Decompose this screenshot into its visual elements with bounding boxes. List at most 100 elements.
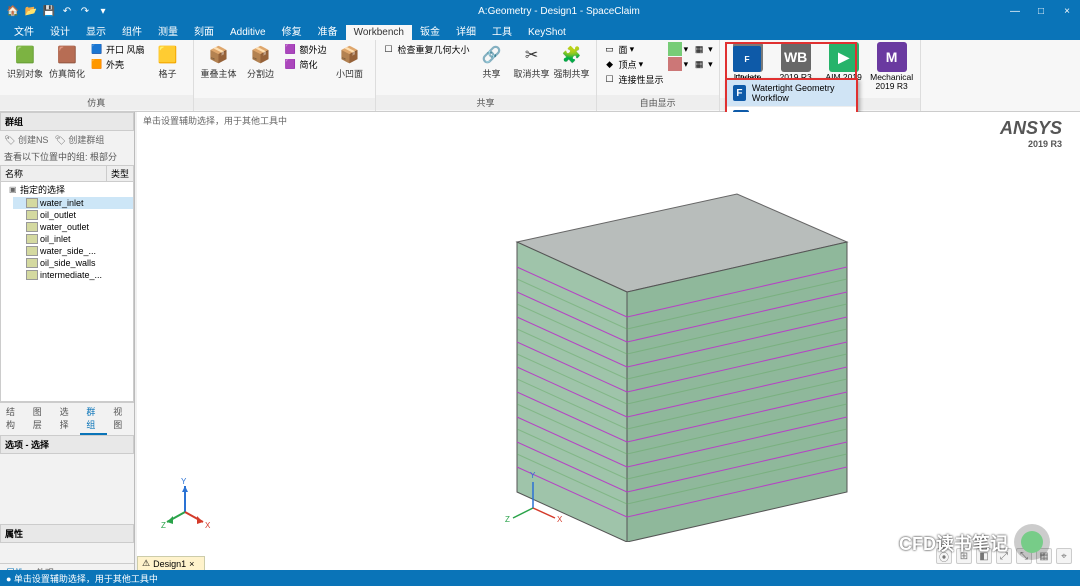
watermark-text: CFD读书笔记 xyxy=(899,530,1008,556)
tab-prepare[interactable]: 准备 xyxy=(310,21,346,40)
close-button[interactable]: × xyxy=(1054,0,1080,22)
tab-design[interactable]: 设计 xyxy=(42,21,78,40)
face-row[interactable]: ▭面▾ xyxy=(603,42,664,56)
ribbon-group-share: ☐检查重复几何大小 🔗共享 ✂取消共享 🧩强制共享 共享 xyxy=(376,40,597,111)
document-tab[interactable]: ⚠Design1 × xyxy=(137,556,205,571)
splitedge-button[interactable]: 📦分割边 xyxy=(242,42,280,80)
unshare-icon: ✂ xyxy=(520,44,544,68)
simplify-button[interactable]: 🟪简化 xyxy=(284,57,327,71)
checkbox-icon: ☐ xyxy=(382,42,396,56)
tab-display[interactable]: 显示 xyxy=(78,21,114,40)
options-header: 选项 - 选择 xyxy=(0,435,134,454)
tree-item[interactable]: water_outlet xyxy=(13,221,133,233)
hatch-row2[interactable]: ▦▾ xyxy=(692,57,713,71)
extraedge-button[interactable]: 🟪额外边 xyxy=(284,42,327,56)
lefttab-select[interactable]: 选择 xyxy=(54,403,81,435)
viewport[interactable]: 单击设置辅助选择，用于其他工具中 ANSYS2019 R3 xyxy=(137,112,1080,570)
panel-groups-header: 群组 xyxy=(0,112,134,131)
dropdown-icon: ▾ xyxy=(684,59,689,70)
groups-tree[interactable]: 名称类型 ▣指定的选择 water_inlet oil_outlet water… xyxy=(0,165,134,402)
titlebar: 🏠 📂 💾 ↶ ↷ ▾ A:Geometry - Design1 - Space… xyxy=(0,0,1080,22)
edge-icon: 🟪 xyxy=(284,42,298,56)
enclosure-button[interactable]: 🟧外壳 xyxy=(90,57,145,71)
checkbox-icon: ☐ xyxy=(603,72,617,86)
recognize-button[interactable]: 🟩识别对象 xyxy=(6,42,44,80)
tab-additive[interactable]: Additive xyxy=(222,25,274,40)
dropdown-icon: ▾ xyxy=(708,44,713,55)
qat-open-icon[interactable]: 📂 xyxy=(24,4,38,18)
face-icon: ▭ xyxy=(603,42,617,56)
tab-tools[interactable]: 工具 xyxy=(484,21,520,40)
ns-icon xyxy=(26,210,38,220)
tab-measure[interactable]: 测量 xyxy=(150,21,186,40)
simplify-sim-button[interactable]: 🟫仿真简化 xyxy=(48,42,86,80)
lattice-button[interactable]: 🟨格子 xyxy=(149,42,187,80)
conn-row[interactable]: ☐连接性显示 xyxy=(603,72,664,86)
qat-undo-icon[interactable]: ↶ xyxy=(60,4,74,18)
watermark-logo xyxy=(1014,524,1050,560)
left-panel: 群组 🏷 创建NS 🏷 创建群组 查看以下位置中的组: 根部分 名称类型 ▣指定… xyxy=(0,112,135,570)
qat-icon[interactable]: 🏠 xyxy=(6,4,20,18)
color-row1[interactable]: ▾ xyxy=(668,42,689,56)
dropdown-icon: ▾ xyxy=(684,44,689,55)
window-buttons: — □ × xyxy=(1002,0,1080,22)
check-dup-checkbox[interactable]: ☐检查重复几何大小 xyxy=(382,42,470,56)
maximize-button[interactable]: □ xyxy=(1028,0,1054,22)
share-icon: 🔗 xyxy=(480,44,504,68)
svg-text:X: X xyxy=(205,521,211,530)
tree-header: 名称类型 xyxy=(1,166,133,182)
lefttab-structure[interactable]: 结构 xyxy=(0,403,27,435)
tree-item[interactable]: oil_inlet xyxy=(13,233,133,245)
tree-item[interactable]: water_side_... xyxy=(13,245,133,257)
qat-save-icon[interactable]: 💾 xyxy=(42,4,56,18)
ribbon-tabs: 文件 设计 显示 组件 测量 刻面 Additive 修复 准备 Workben… xyxy=(0,22,1080,40)
splitedge-icon: 📦 xyxy=(249,44,273,68)
tree-item[interactable]: intermediate_... xyxy=(13,269,133,281)
group-label: 自由显示 xyxy=(597,95,719,110)
tree-item[interactable]: oil_outlet xyxy=(13,209,133,221)
fluent-menu-watertight[interactable]: FWatertight Geometry Workflow xyxy=(727,80,856,107)
tab-repair[interactable]: 修复 xyxy=(274,21,310,40)
forceshare-button[interactable]: 🧩强制共享 xyxy=(554,42,590,80)
tab-detail[interactable]: 详细 xyxy=(448,21,484,40)
create-group-button[interactable]: 🏷 创建群组 xyxy=(54,133,104,146)
tab-file[interactable]: 文件 xyxy=(6,21,42,40)
color-row2[interactable]: ▾ xyxy=(668,57,689,71)
tab-workbench[interactable]: Workbench xyxy=(346,25,412,40)
group-label: 共享 xyxy=(376,95,596,110)
fluent-icon: F xyxy=(733,46,761,72)
swatch-icon xyxy=(668,42,682,56)
overlap-button[interactable]: 📦重叠主体 xyxy=(200,42,238,80)
hatch-row1[interactable]: ▦▾ xyxy=(692,42,713,56)
tab-keyshot[interactable]: KeyShot xyxy=(520,25,574,40)
share-button[interactable]: 🔗共享 xyxy=(474,42,510,80)
ns-icon xyxy=(26,198,38,208)
smallconcave-button[interactable]: 📦小凹面 xyxy=(331,42,369,80)
svg-text:Z: Z xyxy=(161,521,166,530)
enclosure-icon: 🟧 xyxy=(90,57,104,71)
lefttab-layers[interactable]: 图层 xyxy=(27,403,54,435)
opening-button[interactable]: 🟦开口 风扇 xyxy=(90,42,145,56)
model-block: Y Z X xyxy=(417,152,887,542)
lefttab-groups[interactable]: 群组 xyxy=(80,403,107,435)
lefttab-views[interactable]: 视图 xyxy=(107,403,134,435)
close-icon[interactable]: × xyxy=(189,559,194,569)
qat-more-icon[interactable]: ▾ xyxy=(96,4,110,18)
view-triad[interactable]: Y Z X xyxy=(159,478,211,530)
minimize-button[interactable]: — xyxy=(1002,0,1028,22)
vertex-row[interactable]: ◆顶点▾ xyxy=(603,57,664,71)
tree-root[interactable]: ▣指定的选择 xyxy=(7,182,133,197)
tree-item[interactable]: oil_side_walls xyxy=(13,257,133,269)
tree-item[interactable]: water_inlet xyxy=(13,197,133,209)
ns-icon xyxy=(26,258,38,268)
mech2019-button[interactable]: MMechanical 2019 R3 xyxy=(870,42,914,91)
qat-redo-icon[interactable]: ↷ xyxy=(78,4,92,18)
tab-sheetmetal[interactable]: 钣金 xyxy=(412,21,448,40)
tab-component[interactable]: 组件 xyxy=(114,21,150,40)
create-ns-button[interactable]: 🏷 创建NS xyxy=(4,133,48,146)
nav-target-icon[interactable]: ⌖ xyxy=(1056,548,1072,564)
hatch-icon: ▦ xyxy=(692,57,706,71)
unshare-button[interactable]: ✂取消共享 xyxy=(514,42,550,80)
ns-icon xyxy=(26,270,38,280)
tab-facet[interactable]: 刻面 xyxy=(186,21,222,40)
